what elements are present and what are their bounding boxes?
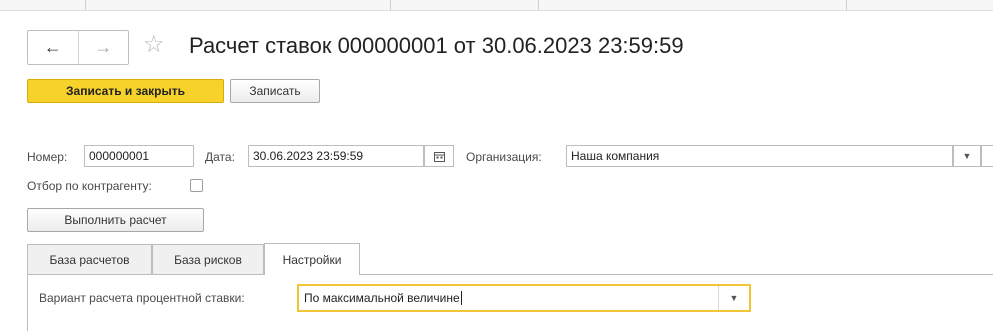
rate-variant-select[interactable]: По максимальной величине ▼ [297,284,751,312]
calendar-button[interactable] [424,145,454,167]
organization-field[interactable]: Наша компания [566,145,953,167]
save-and-close-button[interactable]: Записать и закрыть [27,79,224,103]
organization-label: Организация: [466,150,542,164]
back-button[interactable]: ← [28,31,78,64]
rate-variant-dropdown-button[interactable]: ▼ [718,286,749,310]
counterparty-filter-label: Отбор по контрагенту: [27,179,152,193]
tab-calculation-base[interactable]: База расчетов [27,244,152,274]
strip-divider [538,0,539,10]
arrow-left-icon: ← [43,37,62,57]
star-icon[interactable]: ☆ [143,33,165,57]
tabs-baseline [27,274,993,275]
number-field[interactable]: 000000001 [84,145,194,167]
text-cursor [460,291,462,306]
page-title: Расчет ставок 000000001 от 30.06.2023 23… [189,33,684,58]
top-strip [0,0,993,11]
date-label: Дата: [205,150,235,164]
counterparty-filter-checkbox[interactable] [190,179,203,192]
dropdown-arrow-icon: ▼ [962,151,972,161]
rate-variant-value-wrap: По максимальной величине [299,291,718,306]
arrow-right-icon: → [94,37,113,57]
organization-dropdown-button[interactable]: ▼ [953,145,981,167]
panel-border [27,275,28,331]
strip-divider [846,0,847,10]
dropdown-arrow-icon: ▼ [729,293,739,303]
rate-variant-value: По максимальной величине [304,290,460,305]
strip-divider [85,0,86,10]
run-calculation-button[interactable]: Выполнить расчет [27,208,204,232]
forward-button[interactable]: → [77,31,129,64]
strip-divider [390,0,391,10]
tab-risk-base[interactable]: База рисков [152,244,264,274]
calendar-icon [433,151,445,162]
save-button[interactable]: Записать [230,79,320,103]
date-field[interactable]: 30.06.2023 23:59:59 [248,145,424,167]
organization-open-button[interactable] [981,145,993,167]
rate-variant-label: Вариант расчета процентной ставки: [39,291,245,305]
navigation-buttons: ← → [27,30,129,65]
number-label: Номер: [27,150,68,164]
tab-settings[interactable]: Настройки [264,243,360,275]
